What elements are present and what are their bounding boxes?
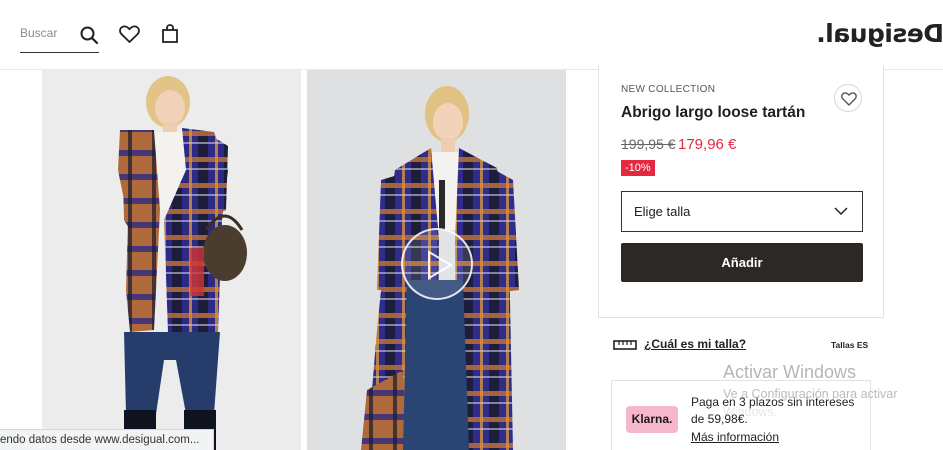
product-title: Abrigo largo loose tartán [621,104,806,121]
shopping-bag-icon[interactable] [161,24,179,44]
windows-activation-subtitle: Ve a Configuración para activar [723,387,898,401]
windows-activation-title: Activar Windows [723,362,857,382]
klarna-logo: Klarna. [626,406,678,433]
add-to-cart-button[interactable]: Añadir [621,243,863,282]
search-icon[interactable] [79,25,99,45]
heart-icon [841,92,857,106]
model-illustration-1 [118,76,247,450]
wishlist-heart-icon[interactable] [119,25,140,44]
collection-label: NEW COLLECTION [621,84,716,95]
play-icon [428,250,453,280]
size-guide-link[interactable]: ¿Cuál es mi talla? [644,337,746,351]
sale-price: 179,96 € [678,136,737,153]
browser-status-bar: endo datos desde www.desigual.com... [0,429,214,450]
klarna-more-info-link[interactable]: Más información [691,430,779,444]
brand-logo[interactable]: Desigual. [817,18,943,50]
discount-badge: -10% [621,160,655,176]
product-page: Desigual. [0,0,943,450]
ruler-icon [613,340,637,350]
size-select[interactable]: Elige talla [621,191,863,232]
search-box[interactable] [20,22,99,53]
site-header: Desigual. [0,0,943,70]
size-system-label[interactable]: Tallas ES [831,340,868,350]
product-image-front[interactable] [42,70,301,450]
windows-activation-subtitle-2: Windows. [723,405,778,419]
video-play-button[interactable] [401,228,473,300]
search-input[interactable] [20,26,70,40]
add-to-wishlist-button[interactable] [834,84,862,112]
size-select-label: Elige talla [634,204,691,219]
product-info-panel: NEW COLLECTION Abrigo largo loose tartán… [598,66,884,318]
chevron-down-icon [834,207,848,216]
original-price: 199,95 € [621,136,676,152]
